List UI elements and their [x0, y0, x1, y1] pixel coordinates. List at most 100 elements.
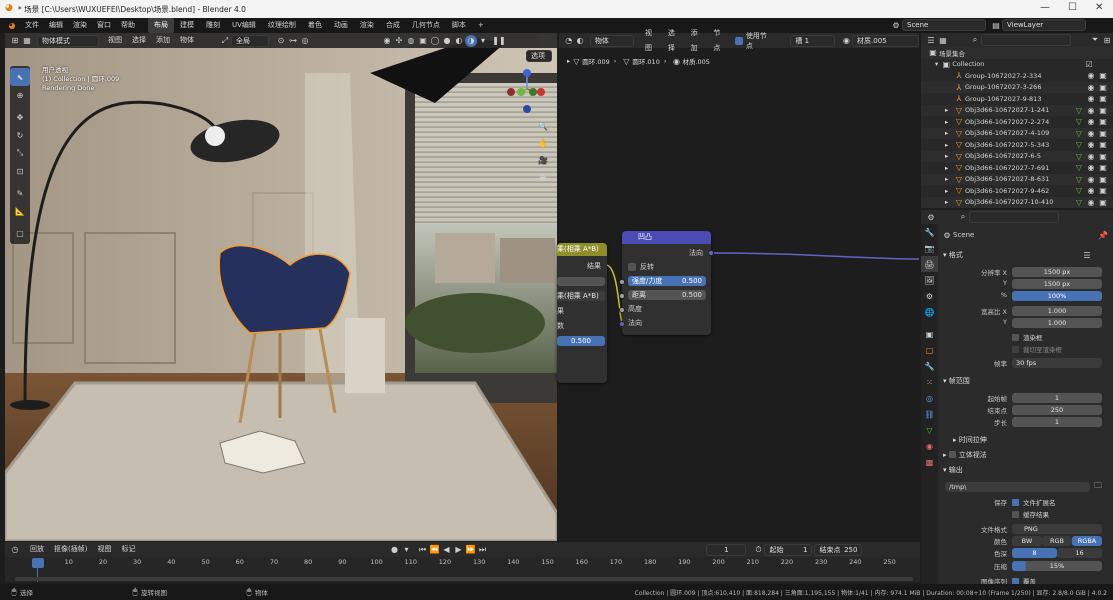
viewport-menu-item[interactable]: 添加	[151, 33, 175, 48]
outliner-search-input[interactable]	[981, 34, 1071, 46]
options-button[interactable]: 选项	[526, 50, 552, 62]
outliner-row[interactable]: ▸ ▽ Obj3d66-10672027-8-631 ▽ ◉ ▣	[921, 173, 1113, 185]
menu-item[interactable]: 渲染	[68, 18, 92, 33]
frame-end-field[interactable]: 250	[1012, 405, 1102, 415]
camera-render-icon[interactable]: ▣	[1097, 116, 1109, 128]
camera-render-icon[interactable]: ▣	[1097, 150, 1109, 162]
eye-icon[interactable]: ◉	[1085, 81, 1097, 93]
cache-checkbox[interactable]	[1012, 510, 1019, 518]
eye-icon[interactable]: ◉	[1085, 139, 1097, 151]
node-menu-item[interactable]: 节点	[708, 26, 731, 56]
expand-icon[interactable]: ▸	[945, 198, 953, 206]
breadcrumb-mesh[interactable]: 圆环.010	[632, 56, 659, 66]
workspace-tab[interactable]: 布局	[148, 18, 174, 33]
navigation-gizmo[interactable]	[505, 65, 555, 125]
aspect-x-field[interactable]: 1.000	[1012, 306, 1102, 316]
scene-selector[interactable]: Scene	[902, 19, 986, 31]
mode-selector[interactable]: 物体模式	[37, 34, 99, 47]
cursor-tool-icon[interactable]: ⊕	[10, 86, 30, 104]
pin-icon[interactable]: 📌	[1097, 229, 1109, 241]
close-icon[interactable]: ✕	[1095, 2, 1103, 13]
visibility-icon[interactable]: ◉	[381, 35, 393, 47]
format-section[interactable]: ▾ 格式	[943, 248, 963, 261]
eye-icon[interactable]: ◉	[1085, 93, 1097, 105]
3d-viewport[interactable]	[5, 33, 557, 541]
shading-solid-icon[interactable]: ●	[441, 35, 453, 47]
res-pct-field[interactable]: 100%	[1012, 291, 1102, 301]
folder-icon[interactable]: 🗀	[1092, 481, 1104, 493]
eye-icon[interactable]: ◉	[1085, 70, 1097, 82]
workspace-tab[interactable]: 雕刻	[200, 18, 226, 33]
file-format-dropdown[interactable]: PNG	[1012, 524, 1102, 534]
shading-options-icon[interactable]: ▾	[477, 35, 489, 47]
expand-icon[interactable]: ▸	[945, 164, 953, 172]
expand-icon[interactable]: ▸	[945, 106, 953, 114]
presets-icon[interactable]: ☰	[1081, 249, 1093, 261]
outliner-type-icon[interactable]: ☰	[925, 34, 937, 46]
pan-hand-icon[interactable]: ✋	[535, 135, 551, 152]
aspect-y-field[interactable]: 1.000	[1012, 318, 1102, 328]
workspace-tab[interactable]: UV编辑	[226, 18, 262, 33]
zoom-icon[interactable]: 🔍	[535, 118, 551, 135]
frame-step-field[interactable]: 1	[1012, 417, 1102, 427]
workspace-tab[interactable]: 纹理绘制	[262, 18, 302, 33]
outliner-row[interactable]: ⅄ Group-10672027-3-266 ◉ ▣	[921, 81, 1113, 93]
breadcrumb-material[interactable]: 材质.005	[682, 56, 709, 66]
expand-icon[interactable]: ▸	[945, 152, 953, 160]
add-cube-tool-icon[interactable]: ▢	[10, 224, 30, 242]
workspace-tab[interactable]: 脚本	[446, 18, 472, 33]
camera-render-icon[interactable]: ▣	[1097, 81, 1109, 93]
outliner-row[interactable]: ▸ ▽ Obj3d66-10672027-6-5 ▽ ◉ ▣	[921, 150, 1113, 162]
outliner[interactable]: ☰ ▦ ⌕ ⏷ ⊞ ▣ 场景集合 ▾ ▣ Collection ☑ ⅄ Group-1…	[921, 33, 1113, 208]
gizmo-icon[interactable]: ✣	[393, 35, 405, 47]
viewport-menu-item[interactable]: 物体	[175, 33, 199, 48]
camera-render-icon[interactable]: ▣	[1097, 196, 1109, 208]
scene-collection-row[interactable]: ▣ 场景集合	[921, 47, 1113, 59]
transform-tool-icon[interactable]: ⊡	[10, 162, 30, 180]
outliner-row[interactable]: ▸ ▽ Obj3d66-10672027-4-109 ▽ ◉ ▣	[921, 127, 1113, 139]
orientation-selector[interactable]: 全局	[231, 34, 269, 47]
outliner-row[interactable]: ▸ ▽ Obj3d66-10672027-5-343 ▽ ◉ ▣	[921, 139, 1113, 151]
res-y-field[interactable]: 1500 px	[1012, 279, 1102, 289]
workspace-tab[interactable]: +	[472, 18, 490, 33]
viewport-menu-item[interactable]: 视图	[103, 33, 127, 48]
proportional-edit-icon[interactable]: ◎	[299, 35, 311, 47]
crop-row[interactable]: 裁切至渲染框	[1012, 344, 1062, 354]
normal-input-socket[interactable]	[619, 321, 625, 327]
modifier-tab-icon[interactable]: 🔧	[921, 358, 938, 374]
data-tab-icon[interactable]: ▽	[921, 422, 938, 438]
material-tab-icon[interactable]: ◉	[921, 438, 938, 454]
workspace-tab[interactable]: 着色	[302, 18, 328, 33]
shading-wire-icon[interactable]: ◯	[429, 35, 441, 47]
menu-item[interactable]: 编辑	[44, 18, 68, 33]
camera-view-icon[interactable]: 🎥	[535, 152, 551, 169]
render-region-row[interactable]: 渲染框	[1012, 332, 1043, 342]
maximize-icon[interactable]: ☐	[1068, 2, 1077, 13]
menu-item[interactable]: 帮助	[116, 18, 140, 33]
shading-rendered-icon[interactable]: ◑	[465, 34, 477, 47]
math-node-empty-field[interactable]	[557, 277, 605, 286]
node-menu-item[interactable]: 视图	[640, 26, 663, 56]
pivot-icon[interactable]: ⊙	[275, 35, 287, 47]
camera-render-icon[interactable]: ▣	[1097, 104, 1109, 116]
use-nodes-checkbox[interactable]	[735, 36, 743, 45]
file-ext-checkbox[interactable]	[1012, 498, 1019, 506]
camera-render-icon[interactable]: ▣	[1097, 127, 1109, 139]
particles-tab-icon[interactable]: ⁙	[921, 374, 938, 390]
object-tab-icon[interactable]: ▢	[921, 342, 938, 358]
expand-icon[interactable]: ▸	[945, 187, 953, 195]
output-path-field[interactable]: /tmp\	[945, 482, 1090, 492]
expand-icon[interactable]: ▸	[945, 175, 953, 183]
texture-tab-icon[interactable]: ▩	[921, 454, 938, 470]
math-multiply-node[interactable]: 乘(相乘 A*B) 结果 乘(相乘 A*B) 果 数 0.500	[557, 243, 607, 383]
depth-16-button[interactable]: 16	[1057, 548, 1102, 558]
color-rgb-button[interactable]: RGB	[1042, 536, 1072, 546]
normal-output-socket[interactable]	[708, 250, 714, 256]
editor-type-icon[interactable]: ⊞	[9, 35, 21, 47]
bump-node[interactable]: 凹凸 法向 反转 强度/力度 0.500 距离 0.500 高度 法向	[619, 231, 714, 335]
viewlayer-selector[interactable]: ViewLayer	[1002, 19, 1086, 31]
camera-render-icon[interactable]: ▣	[1097, 162, 1109, 174]
select-tool-icon[interactable]: ⬉	[10, 68, 30, 86]
workspace-tab[interactable]: 动画	[328, 18, 354, 33]
blender-menu-icon[interactable]: ◕	[6, 20, 18, 32]
